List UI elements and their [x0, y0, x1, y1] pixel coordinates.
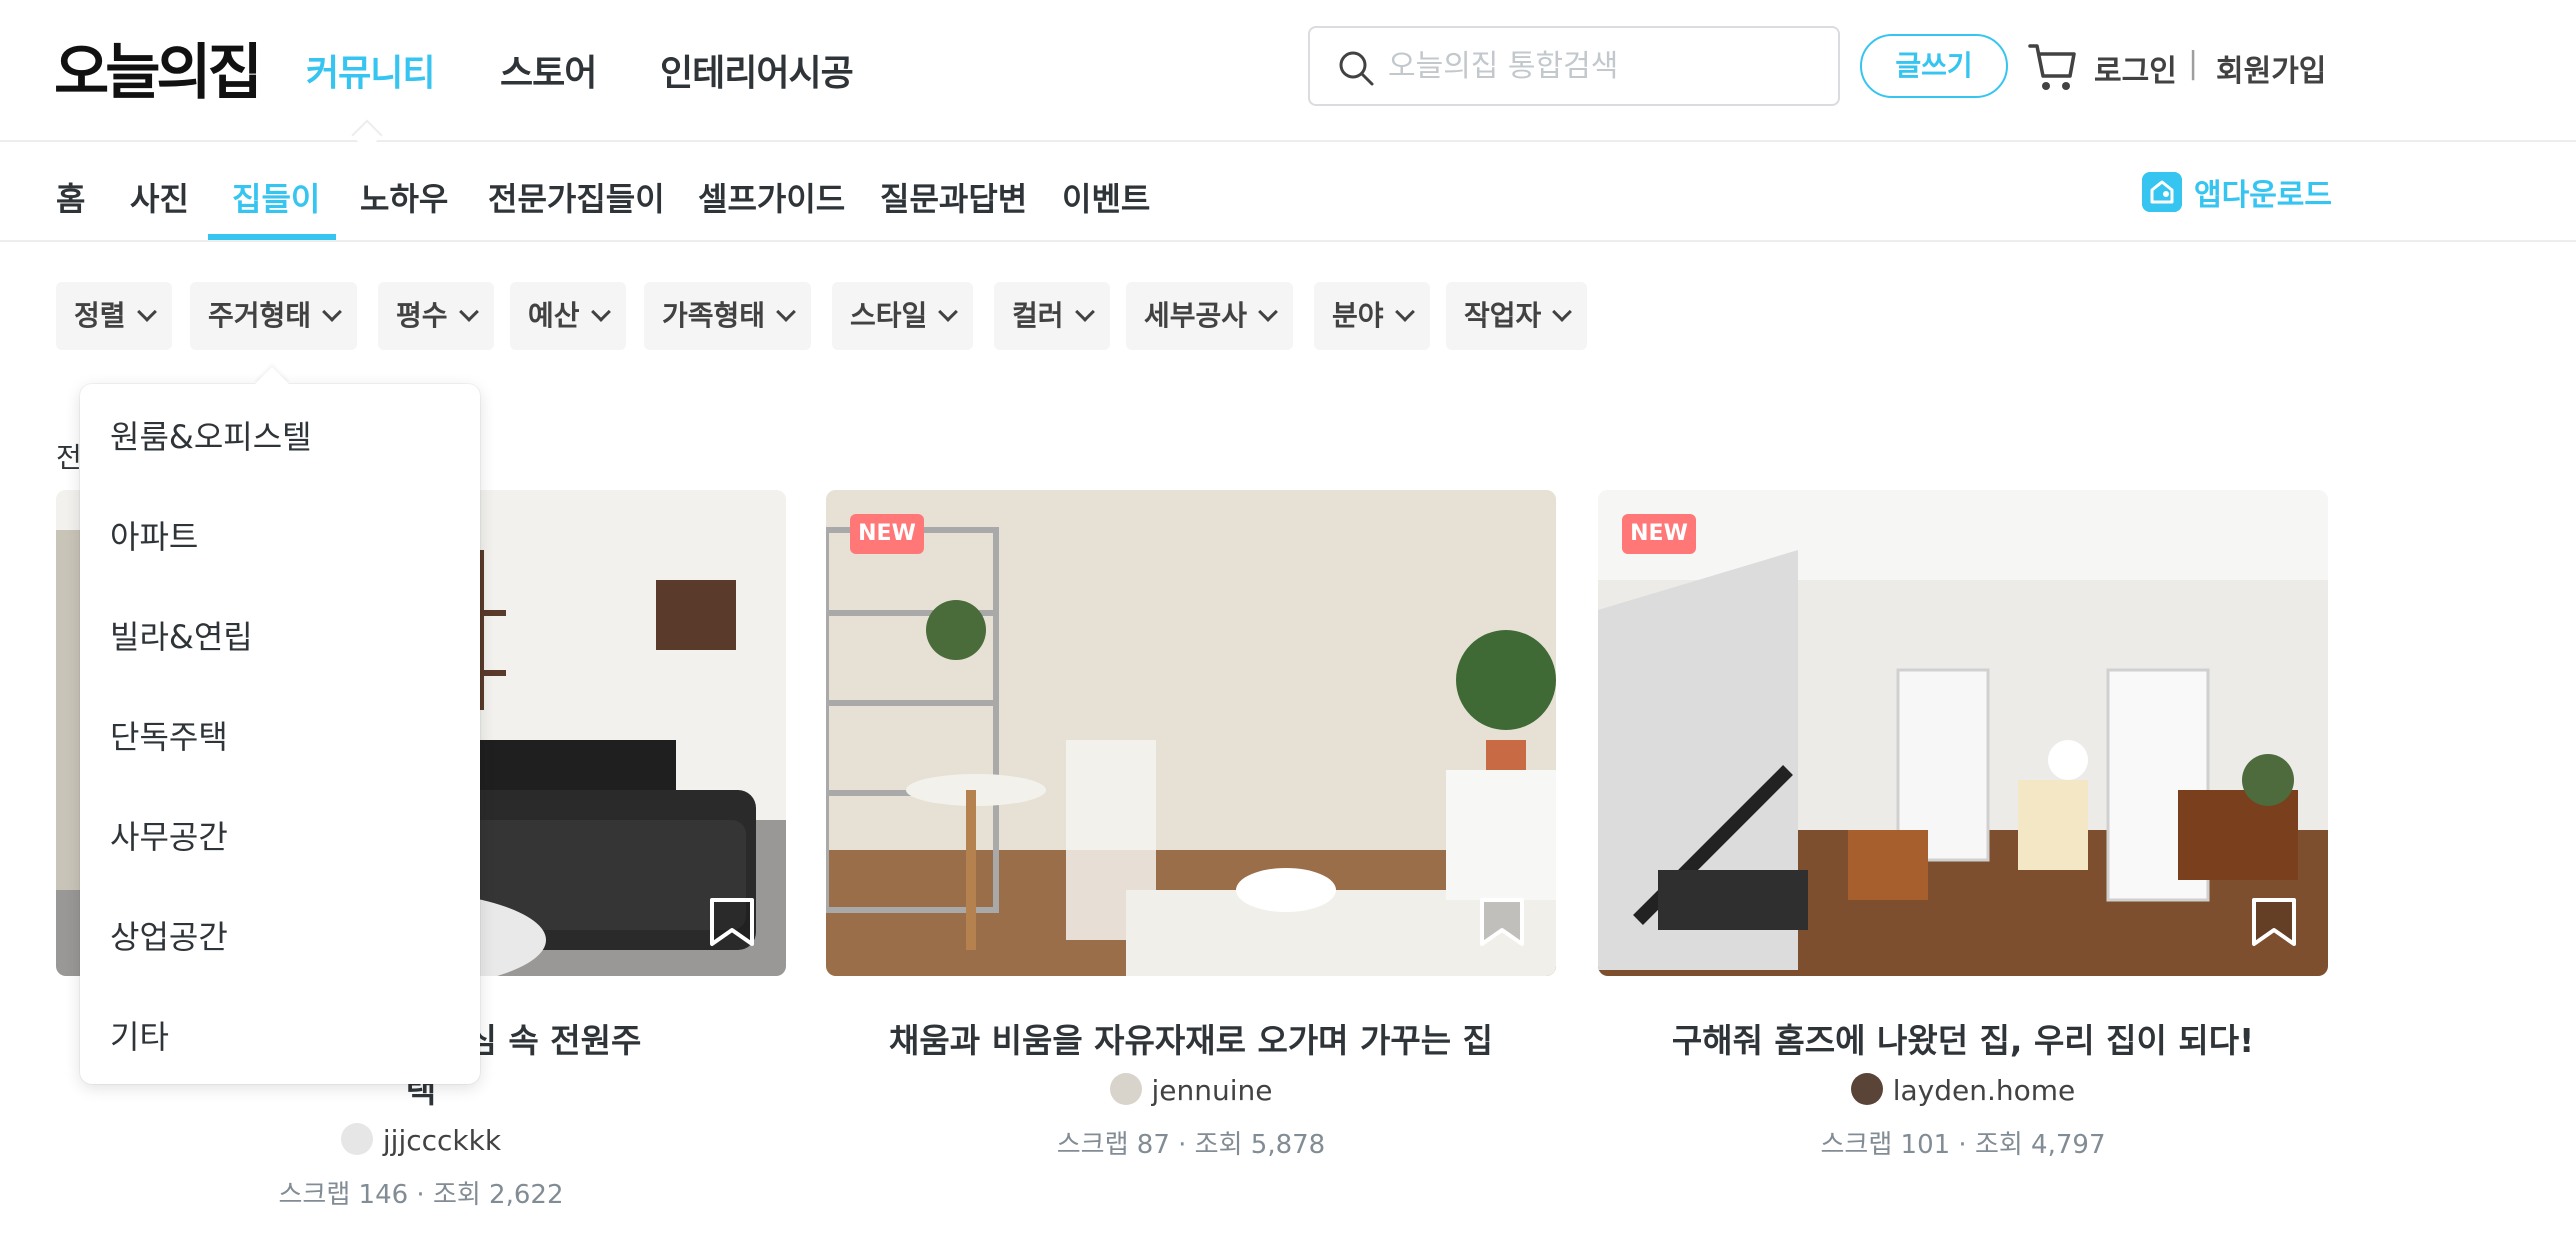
search-box[interactable] [1308, 26, 1840, 106]
subnav-home[interactable]: 홈 [56, 174, 85, 220]
dropdown-option[interactable]: 사무공간 [110, 812, 228, 858]
avatar [1109, 1073, 1142, 1105]
chevron-down-icon [458, 302, 479, 322]
card-stats: 스크랩 101 · 조회 4,797 [1820, 1130, 2106, 1160]
dropdown-caret [255, 367, 289, 401]
dropdown-option[interactable]: 원룸&오피스텔 [110, 412, 312, 458]
filter-sort[interactable]: 정렬 [56, 282, 172, 350]
link-separator: | [2188, 46, 2199, 81]
card-thumbnail[interactable]: NEW [1598, 490, 2328, 976]
subnav-housewarming[interactable]: 집들이 [232, 174, 320, 220]
bookmark-icon[interactable] [2250, 896, 2298, 948]
search-input[interactable] [1388, 40, 1808, 92]
gnb-community[interactable]: 커뮤니티 [306, 44, 435, 96]
subnav-qna[interactable]: 질문과답변 [880, 174, 1027, 220]
active-tab-underline [208, 234, 336, 240]
dropdown-option[interactable]: 빌라&연립 [110, 612, 253, 658]
signup-link[interactable]: 회원가입 [2216, 46, 2326, 90]
filter-label: 예산 [528, 299, 580, 332]
filter-label: 정렬 [74, 299, 126, 332]
subnav-knowhow[interactable]: 노하우 [360, 174, 448, 220]
subnav-self-guide[interactable]: 셀프가이드 [698, 174, 845, 220]
filter-area[interactable]: 평수 [378, 282, 494, 350]
card-title[interactable]: 채움과 비움을 자유자재로 오가며 가꾸는 집 [826, 1016, 1556, 1066]
dropdown-option[interactable]: 상업공간 [110, 912, 228, 958]
filter-label: 스타일 [850, 299, 928, 332]
app-download-icon[interactable] [2142, 172, 2182, 212]
chevron-down-icon [776, 302, 796, 322]
app-download-link[interactable]: 앱다운로드 [2194, 170, 2332, 214]
card-thumbnail[interactable]: NEW [826, 490, 1556, 976]
card-author[interactable]: jennuine [826, 1073, 1556, 1108]
filter-label: 작업자 [1464, 299, 1542, 332]
filter-label: 평수 [396, 299, 448, 332]
cart-icon[interactable] [2026, 36, 2078, 94]
filter-color[interactable]: 컬러 [994, 282, 1110, 350]
author-name: jjjccckkk [382, 1124, 502, 1157]
avatar [340, 1123, 373, 1155]
gnb-store[interactable]: 스토어 [500, 44, 597, 96]
filter-housing-type[interactable]: 주거형태 [190, 282, 358, 350]
card-author[interactable]: jjjccckkk [56, 1123, 786, 1158]
chevron-down-icon [590, 302, 611, 322]
write-button[interactable]: 글쓰기 [1860, 34, 2008, 98]
filter-family-type[interactable]: 가족형태 [644, 282, 812, 350]
dropdown-option[interactable]: 아파트 [110, 512, 198, 558]
author-name: layden.home [1892, 1074, 2076, 1107]
bookmark-icon[interactable] [1478, 896, 1526, 948]
chevron-down-icon [136, 302, 157, 322]
filter-label: 가족형태 [662, 299, 766, 332]
filter-label: 컬러 [1012, 299, 1064, 332]
avatar [1850, 1073, 1883, 1105]
dropdown-option[interactable]: 기타 [110, 1012, 169, 1058]
bedroom-photo [826, 490, 1556, 976]
sub-navigation: 홈 사진 집들이 노하우 전문가집들이 셀프가이드 질문과답변 이벤트 앱다운로… [0, 142, 2576, 242]
search-icon [1339, 51, 1374, 86]
chevron-down-icon [938, 302, 959, 322]
bookmark-icon[interactable] [708, 896, 756, 948]
housing-type-dropdown: 원룸&오피스텔 아파트 빌라&연립 단독주택 사무공간 상업공간 기타 [80, 367, 480, 1084]
subnav-photo[interactable]: 사진 [130, 174, 189, 220]
chevron-down-icon [1394, 302, 1415, 322]
dropdown-option[interactable]: 단독주택 [110, 712, 228, 758]
login-link[interactable]: 로그인 [2094, 46, 2177, 90]
chevron-down-icon [1074, 302, 1095, 322]
gnb-interior[interactable]: 인테리어시공 [660, 44, 854, 96]
top-header: 오늘의집 커뮤니티 스토어 인테리어시공 글쓰기 로그인 | 회원가입 [0, 0, 2576, 151]
filter-style[interactable]: 스타일 [832, 282, 974, 350]
card-stats: 스크랩 87 · 조회 5,878 [1056, 1130, 1326, 1160]
chevron-down-icon [1552, 302, 1573, 322]
author-name: jennuine [1151, 1074, 1273, 1107]
filter-detail-work[interactable]: 세부공사 [1126, 282, 1294, 350]
filter-worker[interactable]: 작업자 [1446, 282, 1588, 350]
logo[interactable]: 오늘의집 [54, 24, 263, 111]
new-badge: NEW [850, 514, 924, 554]
apartment-photo [1598, 490, 2328, 976]
filter-label: 주거형태 [208, 299, 312, 332]
new-badge: NEW [1622, 514, 1696, 554]
filter-budget[interactable]: 예산 [510, 282, 626, 350]
card-title[interactable]: 구해줘 홈즈에 나왔던 집, 우리 집이 되다! [1598, 1016, 2328, 1066]
chevron-down-icon [1258, 302, 1278, 322]
filter-label: 세부공사 [1144, 299, 1248, 332]
total-count-label: 전 [56, 441, 82, 474]
filter-field[interactable]: 분야 [1314, 282, 1430, 350]
chevron-down-icon [322, 302, 342, 322]
subnav-event[interactable]: 이벤트 [1062, 174, 1150, 220]
card-stats: 스크랩 146 · 조회 2,622 [278, 1180, 564, 1210]
filter-label: 분야 [1332, 299, 1384, 332]
card-author[interactable]: layden.home [1598, 1073, 2328, 1108]
subnav-expert-housewarming[interactable]: 전문가집들이 [488, 174, 665, 220]
